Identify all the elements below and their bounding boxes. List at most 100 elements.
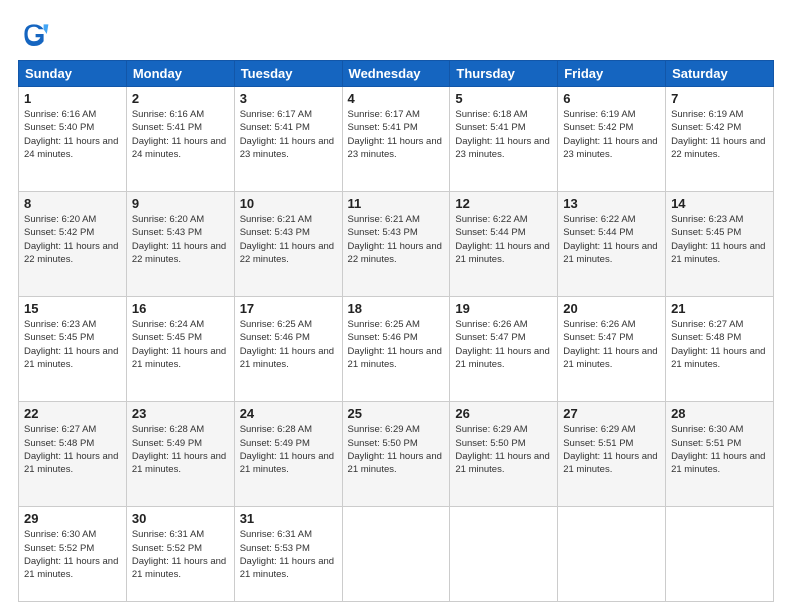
daylight-text: Daylight: 11 hours and 21 minutes. [563,451,657,475]
daylight-text: Daylight: 11 hours and 21 minutes. [348,346,442,370]
calendar-cell: 11 Sunrise: 6:21 AM Sunset: 5:43 PM Dayl… [342,192,450,297]
sunset-text: Sunset: 5:49 PM [240,438,310,449]
calendar-cell: 9 Sunrise: 6:20 AM Sunset: 5:43 PM Dayli… [126,192,234,297]
day-info: Sunrise: 6:20 AM Sunset: 5:43 PM Dayligh… [132,213,229,266]
daylight-text: Daylight: 11 hours and 21 minutes. [455,451,549,475]
daylight-text: Daylight: 11 hours and 22 minutes. [240,241,334,265]
day-number: 29 [24,511,121,526]
calendar-header-friday: Friday [558,61,666,87]
calendar-header-sunday: Sunday [19,61,127,87]
calendar-cell: 14 Sunrise: 6:23 AM Sunset: 5:45 PM Dayl… [666,192,774,297]
sunrise-text: Sunrise: 6:17 AM [240,109,312,120]
calendar-cell: 1 Sunrise: 6:16 AM Sunset: 5:40 PM Dayli… [19,87,127,192]
day-number: 23 [132,406,229,421]
daylight-text: Daylight: 11 hours and 21 minutes. [348,451,442,475]
day-info: Sunrise: 6:22 AM Sunset: 5:44 PM Dayligh… [563,213,660,266]
sunrise-text: Sunrise: 6:29 AM [455,424,527,435]
day-number: 9 [132,196,229,211]
day-info: Sunrise: 6:29 AM Sunset: 5:51 PM Dayligh… [563,423,660,476]
daylight-text: Daylight: 11 hours and 21 minutes. [24,346,118,370]
calendar-week-1: 1 Sunrise: 6:16 AM Sunset: 5:40 PM Dayli… [19,87,774,192]
calendar-cell: 7 Sunrise: 6:19 AM Sunset: 5:42 PM Dayli… [666,87,774,192]
sunset-text: Sunset: 5:45 PM [24,332,94,343]
daylight-text: Daylight: 11 hours and 23 minutes. [240,136,334,160]
calendar-header-saturday: Saturday [666,61,774,87]
daylight-text: Daylight: 11 hours and 21 minutes. [132,346,226,370]
calendar-cell: 16 Sunrise: 6:24 AM Sunset: 5:45 PM Dayl… [126,297,234,402]
calendar-cell [450,507,558,602]
sunset-text: Sunset: 5:43 PM [132,227,202,238]
day-number: 6 [563,91,660,106]
sunrise-text: Sunrise: 6:27 AM [24,424,96,435]
calendar-cell: 25 Sunrise: 6:29 AM Sunset: 5:50 PM Dayl… [342,402,450,507]
sunrise-text: Sunrise: 6:26 AM [563,319,635,330]
calendar-week-4: 22 Sunrise: 6:27 AM Sunset: 5:48 PM Dayl… [19,402,774,507]
sunset-text: Sunset: 5:41 PM [348,122,418,133]
sunrise-text: Sunrise: 6:21 AM [240,214,312,225]
calendar-cell: 12 Sunrise: 6:22 AM Sunset: 5:44 PM Dayl… [450,192,558,297]
day-number: 16 [132,301,229,316]
daylight-text: Daylight: 11 hours and 23 minutes. [455,136,549,160]
calendar-cell: 23 Sunrise: 6:28 AM Sunset: 5:49 PM Dayl… [126,402,234,507]
calendar-cell: 2 Sunrise: 6:16 AM Sunset: 5:41 PM Dayli… [126,87,234,192]
day-info: Sunrise: 6:23 AM Sunset: 5:45 PM Dayligh… [671,213,768,266]
sunset-text: Sunset: 5:48 PM [671,332,741,343]
sunrise-text: Sunrise: 6:31 AM [132,529,204,540]
daylight-text: Daylight: 11 hours and 21 minutes. [671,346,765,370]
day-info: Sunrise: 6:20 AM Sunset: 5:42 PM Dayligh… [24,213,121,266]
calendar-cell: 15 Sunrise: 6:23 AM Sunset: 5:45 PM Dayl… [19,297,127,402]
sunset-text: Sunset: 5:46 PM [240,332,310,343]
sunrise-text: Sunrise: 6:25 AM [240,319,312,330]
day-number: 5 [455,91,552,106]
calendar-week-5: 29 Sunrise: 6:30 AM Sunset: 5:52 PM Dayl… [19,507,774,602]
page: SundayMondayTuesdayWednesdayThursdayFrid… [0,0,792,612]
sunset-text: Sunset: 5:43 PM [240,227,310,238]
day-number: 20 [563,301,660,316]
sunset-text: Sunset: 5:47 PM [563,332,633,343]
day-number: 26 [455,406,552,421]
daylight-text: Daylight: 11 hours and 21 minutes. [455,346,549,370]
sunrise-text: Sunrise: 6:23 AM [671,214,743,225]
calendar-week-2: 8 Sunrise: 6:20 AM Sunset: 5:42 PM Dayli… [19,192,774,297]
daylight-text: Daylight: 11 hours and 21 minutes. [240,556,334,580]
calendar-cell: 6 Sunrise: 6:19 AM Sunset: 5:42 PM Dayli… [558,87,666,192]
daylight-text: Daylight: 11 hours and 21 minutes. [671,241,765,265]
sunset-text: Sunset: 5:42 PM [671,122,741,133]
day-info: Sunrise: 6:28 AM Sunset: 5:49 PM Dayligh… [132,423,229,476]
day-number: 7 [671,91,768,106]
daylight-text: Daylight: 11 hours and 23 minutes. [563,136,657,160]
calendar-cell: 28 Sunrise: 6:30 AM Sunset: 5:51 PM Dayl… [666,402,774,507]
day-info: Sunrise: 6:17 AM Sunset: 5:41 PM Dayligh… [348,108,445,161]
sunrise-text: Sunrise: 6:20 AM [24,214,96,225]
day-info: Sunrise: 6:30 AM Sunset: 5:52 PM Dayligh… [24,528,121,581]
sunrise-text: Sunrise: 6:28 AM [240,424,312,435]
calendar-header-thursday: Thursday [450,61,558,87]
calendar-cell [342,507,450,602]
calendar-cell: 18 Sunrise: 6:25 AM Sunset: 5:46 PM Dayl… [342,297,450,402]
calendar-cell [666,507,774,602]
sunset-text: Sunset: 5:47 PM [455,332,525,343]
day-number: 8 [24,196,121,211]
sunrise-text: Sunrise: 6:19 AM [563,109,635,120]
day-info: Sunrise: 6:18 AM Sunset: 5:41 PM Dayligh… [455,108,552,161]
calendar-cell: 21 Sunrise: 6:27 AM Sunset: 5:48 PM Dayl… [666,297,774,402]
day-number: 22 [24,406,121,421]
sunrise-text: Sunrise: 6:18 AM [455,109,527,120]
day-info: Sunrise: 6:25 AM Sunset: 5:46 PM Dayligh… [240,318,337,371]
sunrise-text: Sunrise: 6:24 AM [132,319,204,330]
sunset-text: Sunset: 5:51 PM [563,438,633,449]
calendar-cell: 4 Sunrise: 6:17 AM Sunset: 5:41 PM Dayli… [342,87,450,192]
daylight-text: Daylight: 11 hours and 24 minutes. [132,136,226,160]
day-number: 15 [24,301,121,316]
day-number: 24 [240,406,337,421]
calendar: SundayMondayTuesdayWednesdayThursdayFrid… [18,60,774,602]
day-number: 30 [132,511,229,526]
daylight-text: Daylight: 11 hours and 22 minutes. [24,241,118,265]
day-info: Sunrise: 6:31 AM Sunset: 5:52 PM Dayligh… [132,528,229,581]
day-info: Sunrise: 6:26 AM Sunset: 5:47 PM Dayligh… [455,318,552,371]
calendar-header-monday: Monday [126,61,234,87]
sunrise-text: Sunrise: 6:27 AM [671,319,743,330]
day-info: Sunrise: 6:27 AM Sunset: 5:48 PM Dayligh… [24,423,121,476]
daylight-text: Daylight: 11 hours and 21 minutes. [24,556,118,580]
sunrise-text: Sunrise: 6:30 AM [24,529,96,540]
